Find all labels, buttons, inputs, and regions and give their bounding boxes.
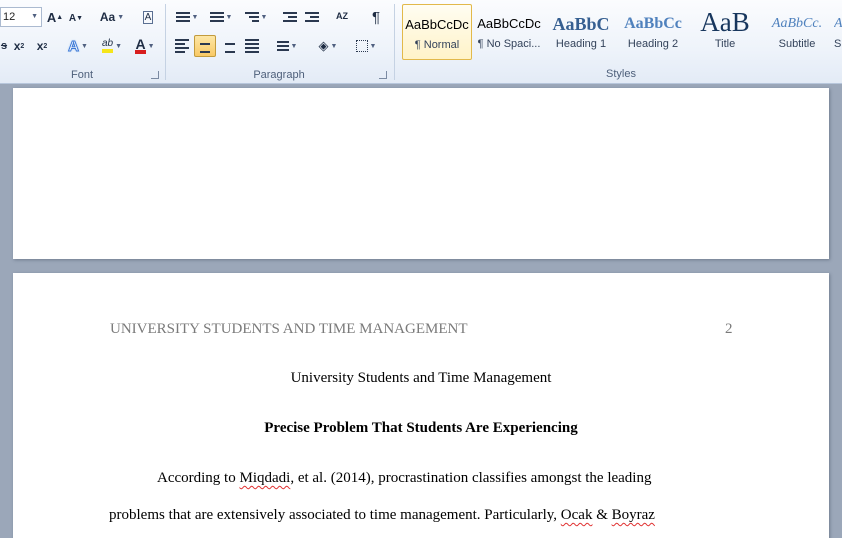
align-left-button[interactable] xyxy=(172,36,192,56)
align-right-icon xyxy=(221,39,235,53)
style-name: ¶ No Spaci... xyxy=(477,38,541,50)
style-sample: AaBbCc. xyxy=(771,16,823,31)
font-color-button[interactable]: A ▼ xyxy=(130,36,160,56)
document-title: University Students and Time Management xyxy=(290,370,552,386)
align-right-button[interactable] xyxy=(218,36,238,56)
style-sample: AaB xyxy=(700,7,750,37)
change-case-label: Aa xyxy=(99,10,116,24)
align-center-icon xyxy=(198,39,212,53)
superscript-button[interactable]: x2 xyxy=(33,36,51,56)
paragraph-line: According to Miqdadi, et al. (2014), pro… xyxy=(157,470,651,487)
multilevel-list-button[interactable]: ▼ xyxy=(240,7,272,27)
shading-button[interactable]: ◈ ▼ xyxy=(312,36,344,56)
text-run: , et al. (2014), procrastination classif… xyxy=(290,470,652,486)
show-formatting-button[interactable]: ¶ xyxy=(366,7,386,27)
highlight-icon: ab xyxy=(101,39,114,53)
sort-button[interactable]: AZ xyxy=(332,6,352,26)
style-no-spacing[interactable]: AaBbCcDc ¶ No Spaci... xyxy=(474,4,544,60)
misspelled-word[interactable]: Boyraz xyxy=(612,507,655,523)
justify-button[interactable] xyxy=(242,36,262,56)
style-heading-2[interactable]: AaBbCc Heading 2 xyxy=(618,4,688,60)
strikethrough-icon: s xyxy=(0,40,8,52)
document-page-2[interactable]: UNIVERSITY STUDENTS AND TIME MANAGEMENT … xyxy=(13,273,829,538)
styles-group-label: Styles xyxy=(606,68,636,80)
text-effects-button[interactable]: A ▼ xyxy=(64,36,92,56)
style-name: Heading 1 xyxy=(555,38,607,50)
group-separator xyxy=(394,4,395,80)
subscript-label: x xyxy=(13,39,21,53)
paragraph-group-label: Paragraph xyxy=(253,69,305,81)
pilcrow-icon: ¶ xyxy=(371,8,381,26)
text-run: & xyxy=(592,507,612,523)
style-heading-1[interactable]: AaBbC Heading 1 xyxy=(546,4,616,60)
subscript-button[interactable]: x2 xyxy=(10,36,28,56)
section-heading: Precise Problem That Students Are Experi… xyxy=(264,420,578,436)
style-name: Title xyxy=(714,38,736,50)
highlight-button[interactable]: ab ▼ xyxy=(96,36,128,56)
chevron-down-icon: ▼ xyxy=(31,13,38,20)
sort-icon: AZ xyxy=(336,10,348,21)
bullets-button[interactable]: ▼ xyxy=(172,7,202,27)
paragraph-dialog-launcher-icon[interactable] xyxy=(379,71,387,79)
paragraph-line: problems that are extensively associated… xyxy=(109,507,655,524)
change-case-button[interactable]: Aa ▼ xyxy=(98,7,126,27)
align-left-icon xyxy=(175,39,189,53)
line-spacing-icon xyxy=(276,41,289,51)
numbering-button[interactable]: ▼ xyxy=(206,7,236,27)
style-sample: AaBbCc xyxy=(624,15,682,32)
document-page-1[interactable] xyxy=(13,88,829,259)
paint-bucket-icon: ◈ xyxy=(318,38,329,53)
grow-font-icon: A xyxy=(46,9,57,25)
superscript-label: x xyxy=(36,39,44,53)
misspelled-word[interactable]: Miqdadi xyxy=(239,470,290,486)
clear-formatting-button[interactable]: A xyxy=(138,7,158,27)
style-sample: A xyxy=(834,16,842,31)
decrease-indent-button[interactable] xyxy=(280,7,300,27)
misspelled-word[interactable]: Ocak xyxy=(561,507,593,523)
ribbon: 12 ▼ A ▲ A ▼ Aa ▼ A s x2 x2 A ▼ ab ▼ A ▼… xyxy=(0,0,842,84)
grow-font-button[interactable]: A ▲ xyxy=(46,7,64,27)
font-color-icon: A xyxy=(135,36,146,54)
style-name: ¶ Normal xyxy=(414,39,460,51)
clear-formatting-icon: A xyxy=(142,10,154,24)
font-size-value: 12 xyxy=(3,11,16,23)
text-run: According to xyxy=(157,470,240,486)
shrink-font-icon: A xyxy=(68,12,77,24)
line-spacing-button[interactable]: ▼ xyxy=(272,36,302,56)
align-center-button[interactable] xyxy=(194,35,216,57)
page-number: 2 xyxy=(725,321,733,337)
numbering-icon xyxy=(209,12,224,22)
font-group: 12 ▼ A ▲ A ▼ Aa ▼ A s x2 x2 A ▼ ab ▼ A ▼… xyxy=(0,0,164,84)
font-group-label: Font xyxy=(70,69,93,81)
paragraph-group: ▼ ▼ ▼ AZ ¶ ▼ ◈ ▼ ▼ Paragraph xyxy=(166,0,392,84)
strikethrough-button[interactable]: s xyxy=(0,36,10,56)
font-dialog-launcher-icon[interactable] xyxy=(151,71,159,79)
shrink-font-button[interactable]: A ▼ xyxy=(68,8,84,28)
increase-indent-button[interactable] xyxy=(302,7,322,27)
style-title[interactable]: AaB Title xyxy=(690,4,760,60)
style-sample: AaBbC xyxy=(552,14,610,34)
bullets-icon xyxy=(175,12,190,22)
style-name: Heading 2 xyxy=(627,38,679,50)
style-name: Subtitle xyxy=(778,38,816,50)
justify-icon xyxy=(245,39,259,53)
text-effects-icon: A xyxy=(68,37,80,55)
styles-gallery: AaBbCcDc ¶ Normal AaBbCcDc ¶ No Spaci...… xyxy=(400,2,842,62)
font-size-box[interactable]: 12 ▼ xyxy=(0,7,42,27)
style-normal[interactable]: AaBbCcDc ¶ Normal xyxy=(402,4,472,60)
borders-button[interactable]: ▼ xyxy=(350,36,382,56)
increase-indent-icon xyxy=(305,12,319,22)
page-header: UNIVERSITY STUDENTS AND TIME MANAGEMENT xyxy=(110,321,468,337)
borders-icon xyxy=(355,40,368,52)
style-name: S xyxy=(834,38,842,50)
text-run: problems that are extensively associated… xyxy=(109,507,561,523)
style-sample: AaBbCcDc xyxy=(405,17,469,32)
style-subtle-emphasis[interactable]: A S xyxy=(834,4,842,60)
style-subtitle[interactable]: AaBbCc. Subtitle xyxy=(762,4,832,60)
style-sample: AaBbCcDc xyxy=(477,16,541,31)
multilevel-list-icon xyxy=(244,12,259,22)
decrease-indent-icon xyxy=(283,12,297,22)
